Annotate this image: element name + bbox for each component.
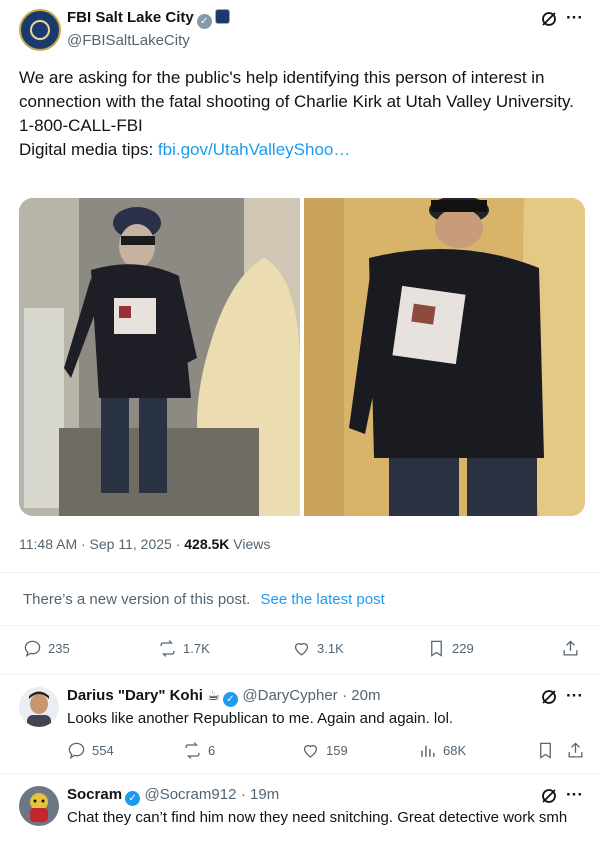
- photo-right[interactable]: [304, 198, 585, 516]
- repost-icon: [185, 742, 200, 759]
- verified-badge-icon: ✓: [222, 692, 238, 707]
- analytics-icon: [421, 745, 435, 757]
- reply-text: Chat they can’t find him now they need s…: [67, 809, 568, 826]
- reply-header: Darius "Dary" Kohi ☕ ✓ @DaryCypher · 20m: [67, 687, 380, 707]
- author-name-row[interactable]: FBI Salt Lake City ✓: [67, 9, 230, 29]
- reply-author-name[interactable]: Darius "Dary" Kohi: [67, 687, 203, 704]
- heart-icon: [294, 643, 309, 656]
- repost-count: 6: [208, 743, 216, 758]
- grok-icon[interactable]: [540, 10, 558, 33]
- more-options-icon[interactable]: ···: [566, 785, 583, 805]
- more-options-icon[interactable]: ···: [566, 8, 583, 28]
- verified-badge-icon: ✓: [125, 791, 141, 806]
- verified-badge-icon: ✓: [196, 14, 212, 29]
- bookmark-icon: [540, 742, 551, 759]
- post-meta: 11:48 AM · Sep 11, 2025 · 428.5K Views: [19, 536, 270, 552]
- post-text: We are asking for the public's help iden…: [19, 66, 579, 162]
- views-button[interactable]: 68K: [418, 741, 466, 760]
- tips-prefix: Digital media tips:: [19, 140, 158, 159]
- divider: [0, 773, 600, 774]
- post-text-phone: 1-800-CALL-FBI: [19, 116, 143, 135]
- like-count: 3.1K: [317, 641, 344, 656]
- author-handle[interactable]: @FBISaltLakeCity: [67, 32, 190, 49]
- reply-text: Looks like another Republican to me. Aga…: [67, 710, 454, 727]
- like-button[interactable]: 3.1K: [292, 639, 344, 658]
- reply-count: 554: [92, 743, 114, 758]
- repost-count: 1.7K: [183, 641, 210, 656]
- views-count: 428.5K: [184, 536, 230, 552]
- share-icon: [563, 640, 578, 656]
- repost-icon: [160, 640, 175, 657]
- bookmark-button[interactable]: 229: [427, 639, 474, 658]
- share-button[interactable]: [561, 639, 580, 658]
- repost-button[interactable]: 1.7K: [158, 639, 210, 658]
- photo-left[interactable]: [19, 198, 301, 516]
- reply-header: Socram ✓ @Socram912 · 19m: [67, 786, 279, 806]
- author-avatar[interactable]: [19, 9, 61, 51]
- affiliation-badge-icon: [214, 9, 230, 24]
- divider: [0, 572, 600, 573]
- repost-button[interactable]: 6: [183, 741, 215, 760]
- more-options-icon[interactable]: ···: [566, 686, 583, 706]
- reply-author-handle[interactable]: @Socram912: [144, 786, 236, 803]
- share-icon: [568, 742, 583, 758]
- new-version-notice: There’s a new version of this post. See …: [23, 591, 385, 608]
- views-label: Views: [229, 536, 271, 552]
- author-name[interactable]: FBI Salt Lake City: [67, 9, 194, 26]
- heart-icon: [303, 745, 318, 758]
- post-timestamp[interactable]: 11:48 AM · Sep 11, 2025 ·: [19, 536, 184, 552]
- media-grid[interactable]: [19, 198, 585, 516]
- reply-count: 235: [48, 641, 70, 656]
- divider: [0, 625, 600, 626]
- coffee-emoji: ☕: [207, 687, 220, 703]
- views-count: 68K: [443, 743, 467, 758]
- reply-author-name[interactable]: Socram: [67, 786, 122, 803]
- reply-time[interactable]: · 19m: [241, 786, 279, 803]
- post-text-tips: Digital media tips: fbi.gov/UtahValleySh…: [19, 138, 579, 162]
- bookmark-count: 229: [452, 641, 474, 656]
- reply-author-handle[interactable]: @DaryCypher: [242, 687, 337, 704]
- tips-link[interactable]: fbi.gov/UtahValleyShoo…: [158, 140, 350, 159]
- share-button[interactable]: [566, 741, 585, 760]
- reply-avatar[interactable]: [19, 687, 59, 727]
- reply-icon: [24, 640, 41, 658]
- notice-text: There’s a new version of this post.: [23, 591, 251, 608]
- divider: [0, 674, 600, 675]
- reply-avatar[interactable]: [19, 786, 59, 826]
- bookmark-button[interactable]: [536, 741, 555, 760]
- grok-icon[interactable]: [540, 787, 558, 810]
- see-latest-link[interactable]: See the latest post: [261, 591, 385, 608]
- post-text-main: We are asking for the public's help iden…: [19, 68, 574, 111]
- like-count: 159: [326, 743, 348, 758]
- grok-icon[interactable]: [540, 688, 558, 711]
- reply-button[interactable]: 554: [67, 741, 114, 760]
- reply-icon: [68, 742, 85, 760]
- bookmark-icon: [431, 640, 442, 657]
- reply-button[interactable]: 235: [23, 639, 70, 658]
- like-button[interactable]: 159: [301, 741, 348, 760]
- reply-time[interactable]: · 20m: [342, 687, 380, 704]
